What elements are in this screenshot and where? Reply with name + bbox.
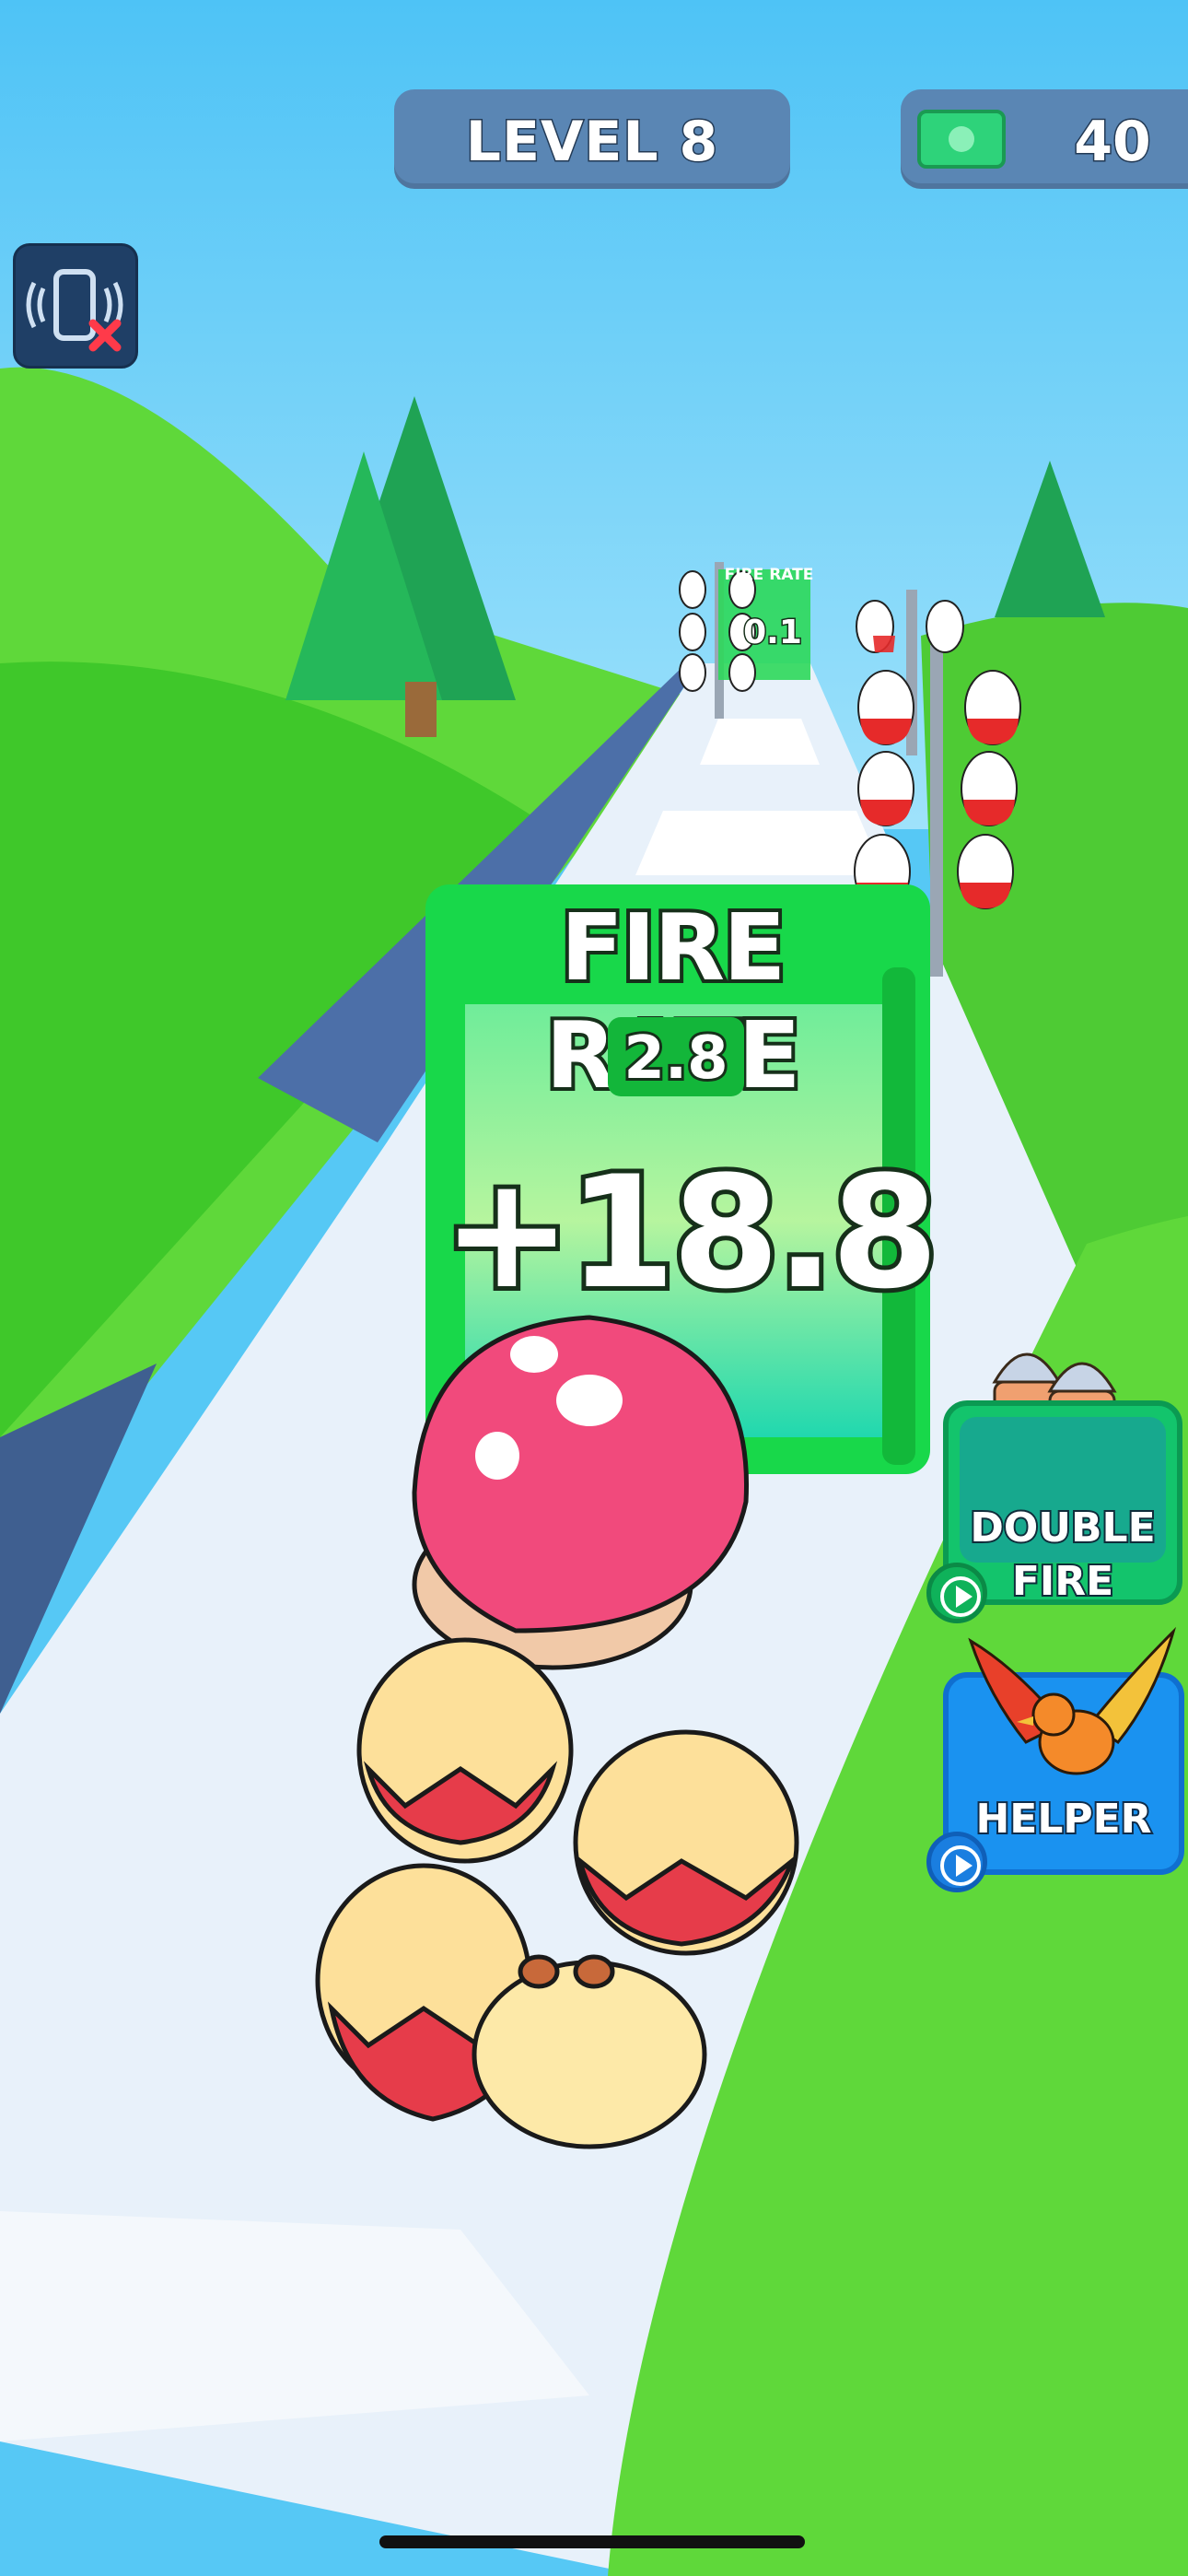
- helper-label: HELPER: [973, 1794, 1153, 1844]
- far-gate-current: .9: [737, 584, 751, 599]
- cash-counter: 40: [901, 89, 1188, 189]
- vibration-off-icon: [26, 269, 123, 352]
- home-indicator[interactable]: [379, 2535, 805, 2548]
- vibration-toggle-button[interactable]: [13, 243, 138, 369]
- level-indicator: LEVEL 8: [394, 89, 790, 189]
- bird-helper-icon: [968, 1626, 1177, 1775]
- far-gate-title: FIRE RATE: [724, 566, 814, 584]
- gate-bonus-value: +18.8: [437, 1138, 943, 1328]
- cash-amount: 40: [1073, 109, 1153, 176]
- cash-bill-icon: [917, 110, 1006, 169]
- far-gate-bonus: 0.1: [742, 613, 804, 653]
- gate-current-label: 2.8: [621, 1022, 730, 1095]
- gate-current-value: 2.8: [608, 1017, 744, 1096]
- play-video-icon[interactable]: [926, 1832, 987, 1892]
- level-label: LEVEL 8: [464, 109, 719, 176]
